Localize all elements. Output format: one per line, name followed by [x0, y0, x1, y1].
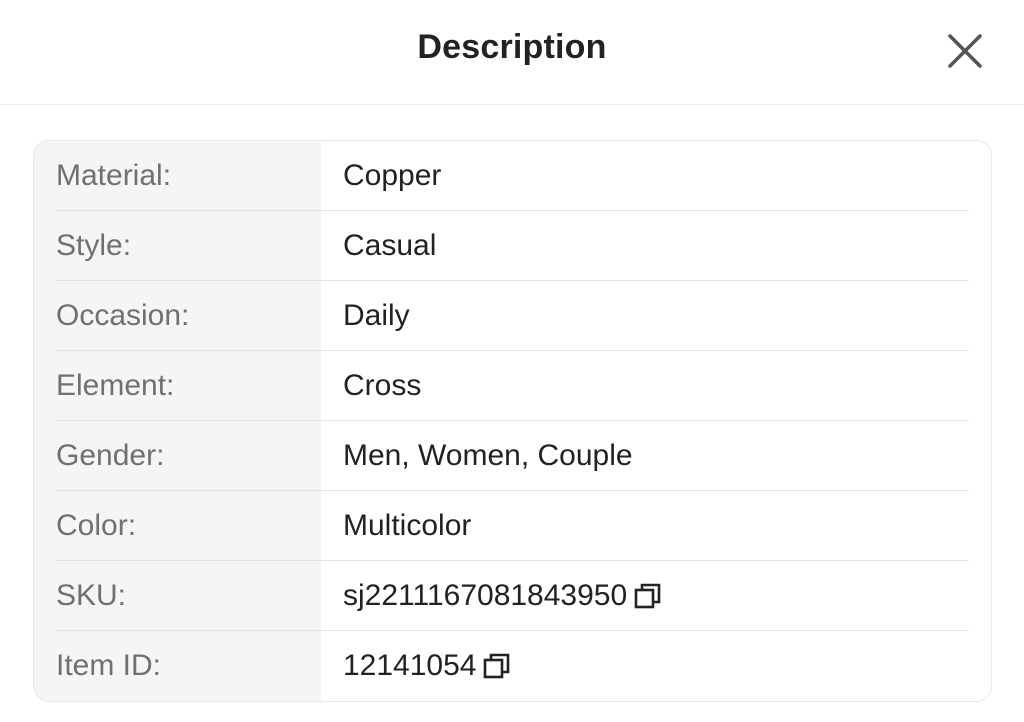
row-label: Occasion:: [56, 299, 190, 332]
table-row-style: Style: Casual: [34, 211, 991, 281]
row-label: Gender:: [56, 439, 165, 472]
value-text: Cross: [343, 369, 422, 402]
row-value: sj2211167081843950: [343, 561, 663, 631]
row-label: Material:: [56, 159, 172, 192]
sheet-header: Description: [0, 0, 1024, 105]
row-value: Daily: [343, 281, 410, 351]
copy-item-id-button[interactable]: [482, 651, 512, 681]
sku-value: sj2211167081843950: [343, 579, 628, 612]
value-text: Copper: [343, 159, 442, 192]
value-text: Daily: [343, 299, 410, 332]
row-value: Multicolor: [343, 491, 471, 561]
value-text: Multicolor: [343, 509, 472, 542]
row-value: 12141054: [343, 631, 512, 701]
row-label: Element:: [56, 369, 175, 402]
value-text: Men, Women, Couple: [343, 439, 633, 472]
row-value: Men, Women, Couple: [343, 421, 633, 491]
sheet-title: Description: [417, 28, 607, 66]
table-row-material: Material: Copper: [34, 141, 991, 211]
row-label: SKU:: [56, 579, 127, 612]
copy-sku-button[interactable]: [633, 581, 663, 611]
table-row-gender: Gender: Men, Women, Couple: [34, 421, 991, 491]
row-label: Style:: [56, 229, 132, 262]
row-value: Cross: [343, 351, 421, 421]
row-label: Item ID:: [56, 649, 162, 682]
copy-icon: [634, 583, 661, 609]
row-value: Casual: [343, 211, 436, 281]
row-value: Copper: [343, 141, 441, 211]
row-label: Color:: [56, 509, 137, 542]
description-sheet: Description Material: Copper Style: Casu…: [0, 0, 1024, 722]
table-row-sku: SKU: sj2211167081843950: [34, 561, 991, 631]
item-id-value: 12141054: [343, 649, 477, 682]
value-text: Casual: [343, 229, 437, 262]
table-row-occasion: Occasion: Daily: [34, 281, 991, 351]
table-row-element: Element: Cross: [34, 351, 991, 421]
description-table: Material: Copper Style: Casual Occasion:…: [33, 140, 992, 702]
close-icon: [948, 34, 982, 68]
close-button[interactable]: [940, 26, 990, 76]
table-row-color: Color: Multicolor: [34, 491, 991, 561]
table-row-item-id: Item ID: 12141054: [34, 631, 991, 701]
copy-icon: [484, 653, 510, 679]
